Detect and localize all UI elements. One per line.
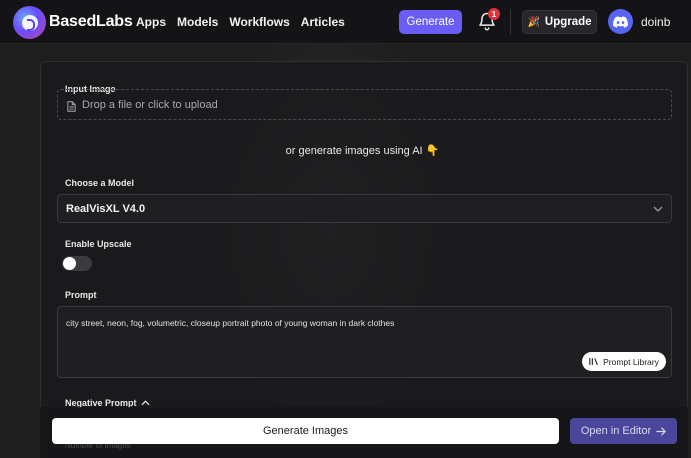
upscale-toggle[interactable]	[62, 256, 92, 271]
upgrade-label: Upgrade	[544, 16, 592, 28]
prompt-text: city street, neon, fog, volumetric, clos…	[66, 318, 395, 328]
prompt-library-button[interactable]: Prompt Library	[582, 352, 666, 371]
nav-workflows[interactable]: Workflows	[229, 15, 289, 29]
arrow-right-icon	[656, 427, 666, 435]
library-icon	[589, 358, 598, 366]
username[interactable]: doinb	[641, 15, 670, 29]
model-select[interactable]: RealVisXL V4.0	[57, 194, 672, 223]
toggle-knob	[63, 257, 76, 270]
top-navbar: BasedLabs Apps Models Workflows Articles…	[0, 0, 691, 44]
upgrade-button[interactable]: 🎉 Upgrade	[522, 10, 597, 34]
chevron-up-icon	[141, 400, 150, 406]
nav-models[interactable]: Models	[177, 15, 218, 29]
brand-name[interactable]: BasedLabs	[49, 13, 133, 31]
notification-badge: 1	[488, 8, 500, 20]
nav-articles[interactable]: Articles	[301, 15, 345, 29]
prompt-input[interactable]: city street, neon, fog, volumetric, clos…	[57, 306, 672, 378]
open-in-editor-label: Open in Editor	[580, 425, 652, 437]
discord-avatar-icon[interactable]	[608, 9, 633, 34]
open-in-editor-button[interactable]: Open in Editor	[570, 418, 677, 444]
model-label: Choose a Model	[65, 178, 135, 188]
nav-apps[interactable]: Apps	[136, 15, 166, 29]
basedlabs-logo-icon[interactable]	[13, 6, 46, 39]
file-icon	[67, 101, 76, 112]
image-dropzone[interactable]: Drop a file or click to upload	[57, 89, 672, 120]
prompt-library-label: Prompt Library	[603, 356, 659, 367]
party-popper-icon: 🎉	[527, 16, 540, 28]
header-generate-button[interactable]: Generate	[399, 10, 462, 34]
upscale-label: Enable Upscale	[65, 239, 132, 249]
prompt-label: Prompt	[65, 290, 97, 300]
chevron-down-icon	[653, 206, 663, 212]
header-divider	[510, 9, 511, 35]
model-select-value: RealVisXL V4.0	[66, 203, 146, 215]
generate-images-button[interactable]: Generate Images	[52, 418, 559, 444]
or-generate-text: or generate images using AI 👇	[285, 145, 440, 157]
main-nav: Apps Models Workflows Articles	[136, 15, 345, 29]
dropzone-text: Drop a file or click to upload	[82, 99, 218, 111]
